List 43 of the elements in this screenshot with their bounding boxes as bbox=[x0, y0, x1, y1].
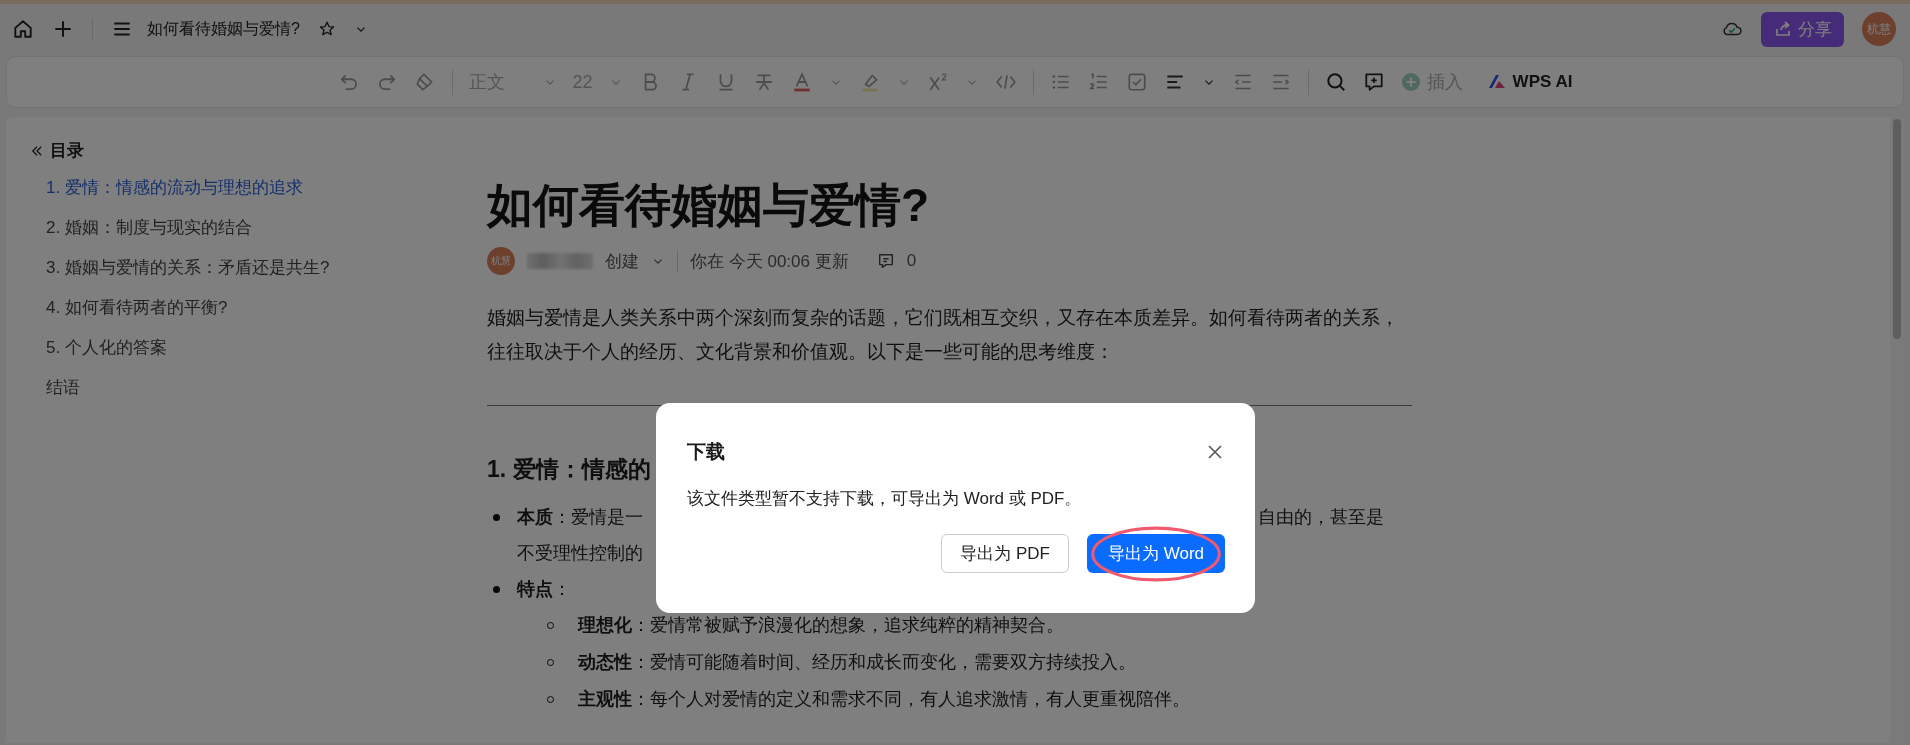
outline-title: 目录 bbox=[50, 140, 84, 162]
sub-bullet-text: 理想化：爱情常被赋予浪漫化的想象，追求纯粹的精神契合。 bbox=[578, 614, 1064, 637]
bullet-text: 不受理性控制的 bbox=[517, 542, 643, 565]
share-button[interactable]: 分享 bbox=[1761, 11, 1844, 47]
bullet-marker bbox=[493, 514, 500, 521]
created-label: 创建 bbox=[605, 250, 639, 273]
share-icon bbox=[1773, 19, 1793, 39]
export-word-button[interactable]: 导出为 Word bbox=[1087, 534, 1225, 573]
export-pdf-button[interactable]: 导出为 PDF bbox=[941, 534, 1069, 573]
bullet-text: 本质：爱情是一 bbox=[517, 507, 643, 527]
sub-bullet-text: 主观性：每个人对爱情的定义和需求不同，有人追求激情，有人更重视陪伴。 bbox=[578, 688, 1190, 711]
sub-bullet-text: 动态性：爱情可能随着时间、经历和成长而变化，需要双方持续投入。 bbox=[578, 651, 1136, 674]
outline-item[interactable]: 1. 爱情：情感的流动与理想的追求 bbox=[30, 176, 436, 216]
dialog-title: 下载 bbox=[687, 440, 725, 464]
intro-paragraph: 婚姻与爱情是人类关系中两个深刻而复杂的话题，它们既相互交织，又存在本质差异。如何看待两者的关系，往往取决于个人的经历、文化背景和价值观。以下是一些可能的思考维度： bbox=[487, 306, 1400, 364]
outline-item[interactable]: 3. 婚姻与爱情的关系：矛盾还是共生? bbox=[30, 256, 436, 296]
ai-button[interactable]: WPS AI bbox=[1486, 72, 1573, 92]
section-heading: 1. 爱情：情感的 bbox=[487, 455, 652, 484]
bullet-text: 特点： bbox=[517, 579, 571, 599]
checkbox-icon[interactable] bbox=[1125, 71, 1148, 93]
outline-item[interactable]: 2. 婚姻：制度与现实的结合 bbox=[30, 216, 436, 256]
user-avatar[interactable]: 杭慧 bbox=[1862, 12, 1896, 46]
collapse-icon[interactable] bbox=[30, 143, 44, 158]
comment-icon[interactable] bbox=[876, 252, 895, 270]
update-time: 你在 今天 00:06 更新 bbox=[690, 250, 849, 273]
outline-item[interactable]: 5. 个人化的答案 bbox=[30, 336, 436, 376]
comment-add-icon[interactable] bbox=[1362, 71, 1385, 93]
outline-item[interactable]: 4. 如何看待两者的平衡? bbox=[30, 296, 436, 336]
plus-icon[interactable] bbox=[52, 18, 74, 40]
document-title: 如何看待婚姻与爱情? bbox=[147, 18, 300, 39]
bullet-text: 自由的，甚至是 bbox=[1258, 506, 1384, 529]
document-title-heading: 如何看待婚姻与爱情? bbox=[487, 178, 931, 233]
comment-count: 0 bbox=[906, 251, 917, 271]
plus-circle-icon bbox=[1400, 72, 1421, 92]
bullet-marker bbox=[493, 586, 500, 593]
outline-item[interactable]: 结语 bbox=[30, 376, 436, 416]
star-icon[interactable] bbox=[317, 20, 336, 38]
author-avatar: 杭慧 bbox=[487, 247, 515, 275]
home-icon[interactable] bbox=[12, 18, 34, 40]
blurred-author-name bbox=[527, 253, 593, 269]
dialog-message: 该文件类型暂不支持下载，可导出为 Word 或 PDF。 bbox=[687, 488, 1083, 510]
scrollbar-thumb[interactable] bbox=[1893, 119, 1901, 339]
search-icon[interactable] bbox=[1324, 71, 1347, 93]
